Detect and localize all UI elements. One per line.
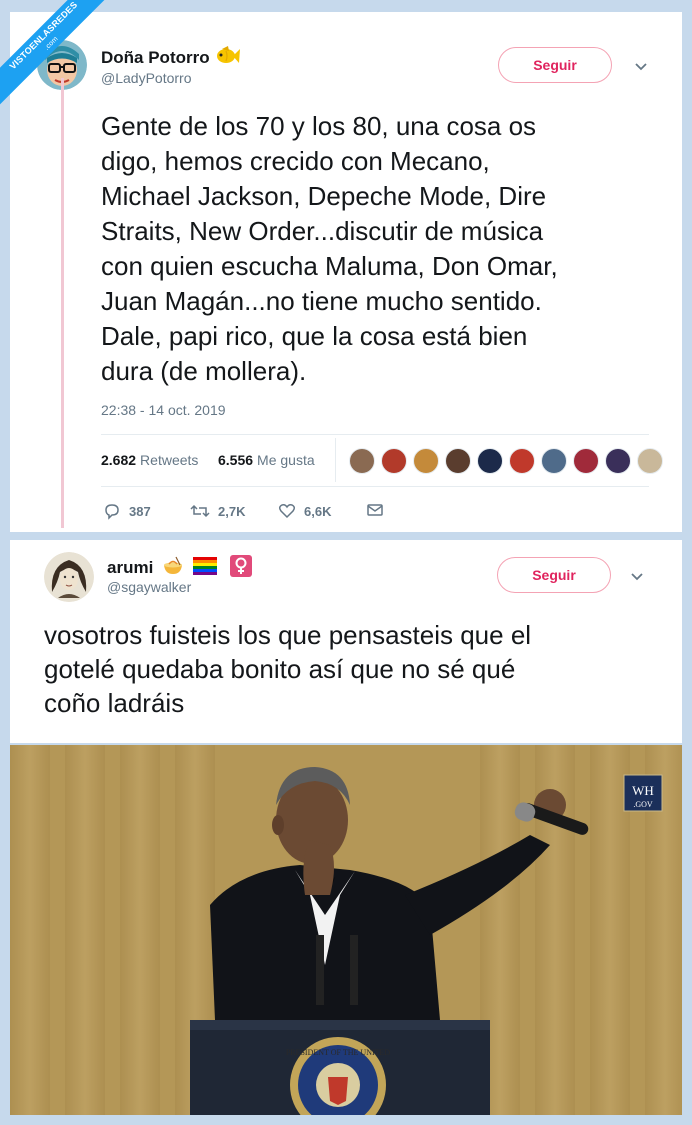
tweet-text-line: vosotros fuisteis los que pensasteis que… (44, 620, 532, 650)
reply-icon (105, 504, 119, 520)
tweet-card-2: arumi @sgaywalker Seguir vosotros fuiste… (10, 540, 682, 743)
rainbow-flag-icon (192, 557, 217, 580)
divider (101, 434, 649, 435)
meme-photo: WH .GOV PRESIDENT OF THE UNITED (10, 745, 682, 1115)
liker-avatar[interactable] (573, 448, 599, 474)
liker-avatar[interactable] (445, 448, 471, 474)
likers-avatars (349, 448, 663, 474)
retweets-stat[interactable]: 2.682 Retweets (101, 452, 198, 468)
like-count: 6,6K (304, 503, 332, 519)
liker-avatar[interactable] (381, 448, 407, 474)
tweet-text-line: Gente de los 70 y los 80, una cosa os (101, 111, 537, 141)
like-button[interactable]: 6,6K (278, 502, 331, 520)
stats-separator (335, 438, 336, 482)
chevron-down-icon[interactable] (634, 60, 648, 74)
retweets-label: Retweets (140, 452, 199, 468)
tweet-text-line: Juan Magán...no tiene mucho sentido. (101, 286, 542, 316)
tweet-text-line: gotelé quedaba bonito así que no sé qué (44, 654, 516, 684)
retweet-button[interactable]: 2,7K (190, 502, 245, 520)
likes-label: Me gusta (257, 452, 315, 468)
display-name[interactable]: arumi (107, 555, 252, 582)
chevron-down-icon[interactable] (630, 570, 644, 584)
avatar[interactable] (44, 552, 94, 602)
tweet-text-line: digo, hemos crecido con Mecano, (101, 146, 490, 176)
retweets-count: 2.682 (101, 452, 137, 468)
tweet-text: Gente de los 70 y los 80, una cosa os di… (101, 109, 558, 389)
liker-avatar[interactable] (477, 448, 503, 474)
display-name-text: arumi (107, 557, 154, 577)
liker-avatar[interactable] (509, 448, 535, 474)
tweet-text-line: coño ladráis (44, 688, 185, 718)
heart-icon (278, 504, 296, 519)
user-handle[interactable]: @LadyPotorro (101, 70, 191, 86)
tweet-text-line: dura (de mollera). (101, 356, 307, 386)
display-name-text: Doña Potorro (101, 47, 210, 67)
liker-avatar[interactable] (605, 448, 631, 474)
liker-avatar[interactable] (349, 448, 375, 474)
fish-emoji-icon (214, 45, 241, 72)
retweet-icon (190, 504, 210, 518)
user-handle[interactable]: @sgaywalker (107, 579, 191, 595)
follow-button[interactable]: Seguir (497, 557, 611, 593)
mic-drop-illustration: WH .GOV PRESIDENT OF THE UNITED (10, 745, 682, 1115)
divider (101, 486, 649, 487)
thread-line (61, 78, 64, 528)
tweet-text-line: con quien escucha Maluma, Don Omar, (101, 251, 558, 281)
badge-subtext: .GOV (633, 800, 653, 809)
tweet-text-line: Dale, papi rico, que la cosa está bien (101, 321, 528, 351)
tweet-text: vosotros fuisteis los que pensasteis que… (44, 618, 531, 720)
envelope-icon (367, 504, 383, 516)
badge-text: WH (632, 783, 654, 798)
timestamp[interactable]: 22:38 - 14 oct. 2019 (101, 402, 226, 418)
likes-count: 6.556 (218, 452, 254, 468)
tweet-text-line: Michael Jackson, Depeche Mode, Dire (101, 181, 547, 211)
display-name[interactable]: Doña Potorro (101, 45, 241, 72)
retweet-count: 2,7K (218, 503, 246, 519)
female-sign-icon (229, 555, 252, 582)
ramen-emoji-icon (162, 556, 184, 581)
tweet-card-1: Doña Potorro @LadyPotorro Seguir Gente d… (10, 12, 682, 532)
liker-avatar[interactable] (541, 448, 567, 474)
likes-stat[interactable]: 6.556 Me gusta (218, 452, 315, 468)
reply-count: 387 (129, 503, 151, 519)
liker-avatar[interactable] (413, 448, 439, 474)
seal-text: PRESIDENT OF THE UNITED (286, 1048, 391, 1057)
follow-button[interactable]: Seguir (498, 47, 612, 83)
dm-button[interactable] (366, 502, 384, 518)
tweet-text-line: Straits, New Order...discutir de música (101, 216, 544, 246)
liker-avatar[interactable] (637, 448, 663, 474)
reply-button[interactable]: 387 (103, 502, 151, 520)
